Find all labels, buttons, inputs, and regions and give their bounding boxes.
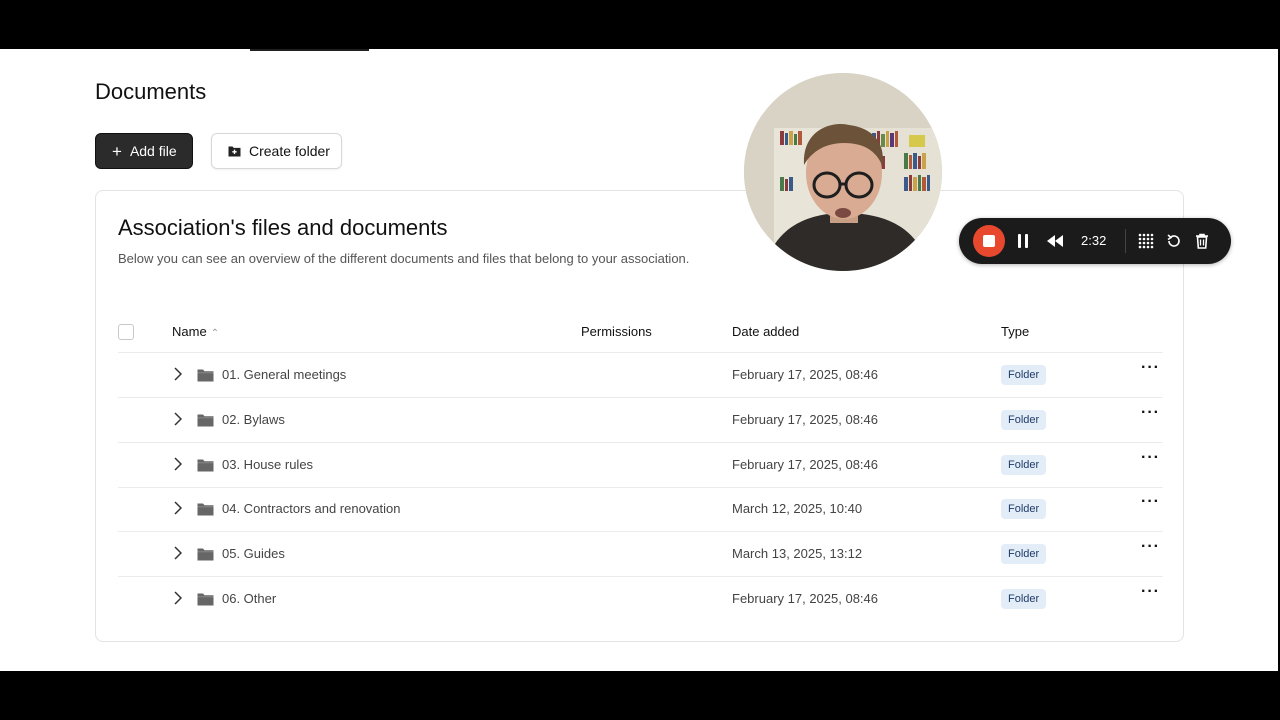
type-badge: Folder: [1001, 410, 1047, 430]
stop-recording-button[interactable]: [973, 225, 1005, 257]
column-header-permissions: Permissions: [581, 324, 652, 339]
column-name-label: Name: [172, 324, 207, 339]
folder-plus-icon: [228, 146, 241, 157]
more-options-icon[interactable]: ···: [1141, 538, 1160, 556]
chevron-right-icon[interactable]: [174, 367, 182, 381]
folder-name[interactable]: 05. Guides: [222, 546, 285, 561]
more-options-icon[interactable]: ···: [1141, 359, 1160, 377]
more-options-icon[interactable]: ···: [1141, 583, 1160, 601]
date-added: February 17, 2025, 08:46: [732, 412, 878, 427]
type-badge: Folder: [1001, 544, 1047, 564]
more-options-icon[interactable]: ···: [1141, 449, 1160, 467]
column-header-date-added: Date added: [732, 324, 800, 339]
folder-name[interactable]: 01. General meetings: [222, 367, 346, 382]
create-folder-label: Create folder: [249, 143, 330, 159]
recording-timer: 2:32: [1081, 233, 1107, 248]
table-header: Name ⌃ Permissions Date added Type: [118, 316, 1163, 353]
date-added: February 17, 2025, 08:46: [732, 457, 878, 472]
chevron-right-icon[interactable]: [174, 412, 182, 426]
create-folder-button[interactable]: Create folder: [211, 133, 342, 169]
bottom-letterbox: [0, 671, 1280, 720]
folder-icon: [197, 414, 214, 427]
column-header-name[interactable]: Name ⌃: [172, 324, 219, 339]
table-row[interactable]: 02. Bylaws February 17, 2025, 08:46 Fold…: [118, 398, 1163, 443]
webcam-bubble[interactable]: [744, 73, 942, 271]
folder-icon: [197, 503, 214, 516]
folder-icon: [197, 548, 214, 561]
table-row[interactable]: 06. Other February 17, 2025, 08:46 Folde…: [118, 577, 1163, 621]
restart-icon[interactable]: [1166, 233, 1182, 249]
type-badge: Folder: [1001, 589, 1047, 609]
page: Documents + Add file Create folder Assoc…: [0, 49, 1278, 671]
toolbar-divider: [1125, 229, 1126, 253]
more-options-icon[interactable]: ···: [1141, 404, 1160, 422]
webcam-feed: [744, 73, 942, 271]
table-row[interactable]: 05. Guides March 13, 2025, 13:12 Folder …: [118, 532, 1163, 577]
add-file-button[interactable]: + Add file: [95, 133, 193, 169]
chevron-right-icon[interactable]: [174, 546, 182, 560]
folder-name[interactable]: 03. House rules: [222, 457, 313, 472]
folder-icon: [197, 593, 214, 606]
pause-icon[interactable]: [1017, 233, 1029, 249]
trash-icon[interactable]: [1195, 233, 1209, 249]
chevron-right-icon[interactable]: [174, 501, 182, 515]
table-row[interactable]: 03. House rules February 17, 2025, 08:46…: [118, 443, 1163, 488]
date-added: February 17, 2025, 08:46: [732, 367, 878, 382]
folder-icon: [197, 369, 214, 382]
date-added: March 12, 2025, 10:40: [732, 501, 863, 516]
rewind-icon[interactable]: [1046, 233, 1064, 249]
chevron-right-icon[interactable]: [174, 591, 182, 605]
chevron-right-icon[interactable]: [174, 457, 182, 471]
select-all-checkbox[interactable]: [118, 324, 134, 340]
date-added: February 17, 2025, 08:46: [732, 591, 878, 606]
sort-ascending-icon: ⌃: [210, 328, 220, 339]
add-file-label: Add file: [129, 143, 177, 159]
table-row[interactable]: 04. Contractors and renovation March 12,…: [118, 487, 1163, 532]
type-badge: Folder: [1001, 365, 1047, 385]
type-badge: Folder: [1001, 499, 1047, 519]
table-row[interactable]: 01. General meetings February 17, 2025, …: [118, 353, 1163, 398]
card-title: Association's files and documents: [118, 215, 448, 240]
folder-name[interactable]: 02. Bylaws: [222, 412, 285, 427]
more-options-icon[interactable]: ···: [1141, 493, 1160, 511]
page-title: Documents: [95, 79, 207, 104]
recording-toolbar: 2:32: [959, 218, 1231, 264]
type-badge: Folder: [1001, 455, 1047, 475]
column-header-type: Type: [1001, 324, 1030, 339]
card-subtitle: Below you can see an overview of the dif…: [118, 251, 690, 266]
grid-icon[interactable]: [1138, 233, 1154, 249]
folder-icon: [197, 459, 214, 472]
date-added: March 13, 2025, 13:12: [732, 546, 863, 561]
plus-icon: +: [112, 141, 122, 161]
folder-name[interactable]: 06. Other: [222, 591, 276, 606]
active-tab-indicator: [250, 49, 369, 51]
top-letterbox: [0, 0, 1280, 49]
folder-name[interactable]: 04. Contractors and renovation: [222, 501, 401, 516]
